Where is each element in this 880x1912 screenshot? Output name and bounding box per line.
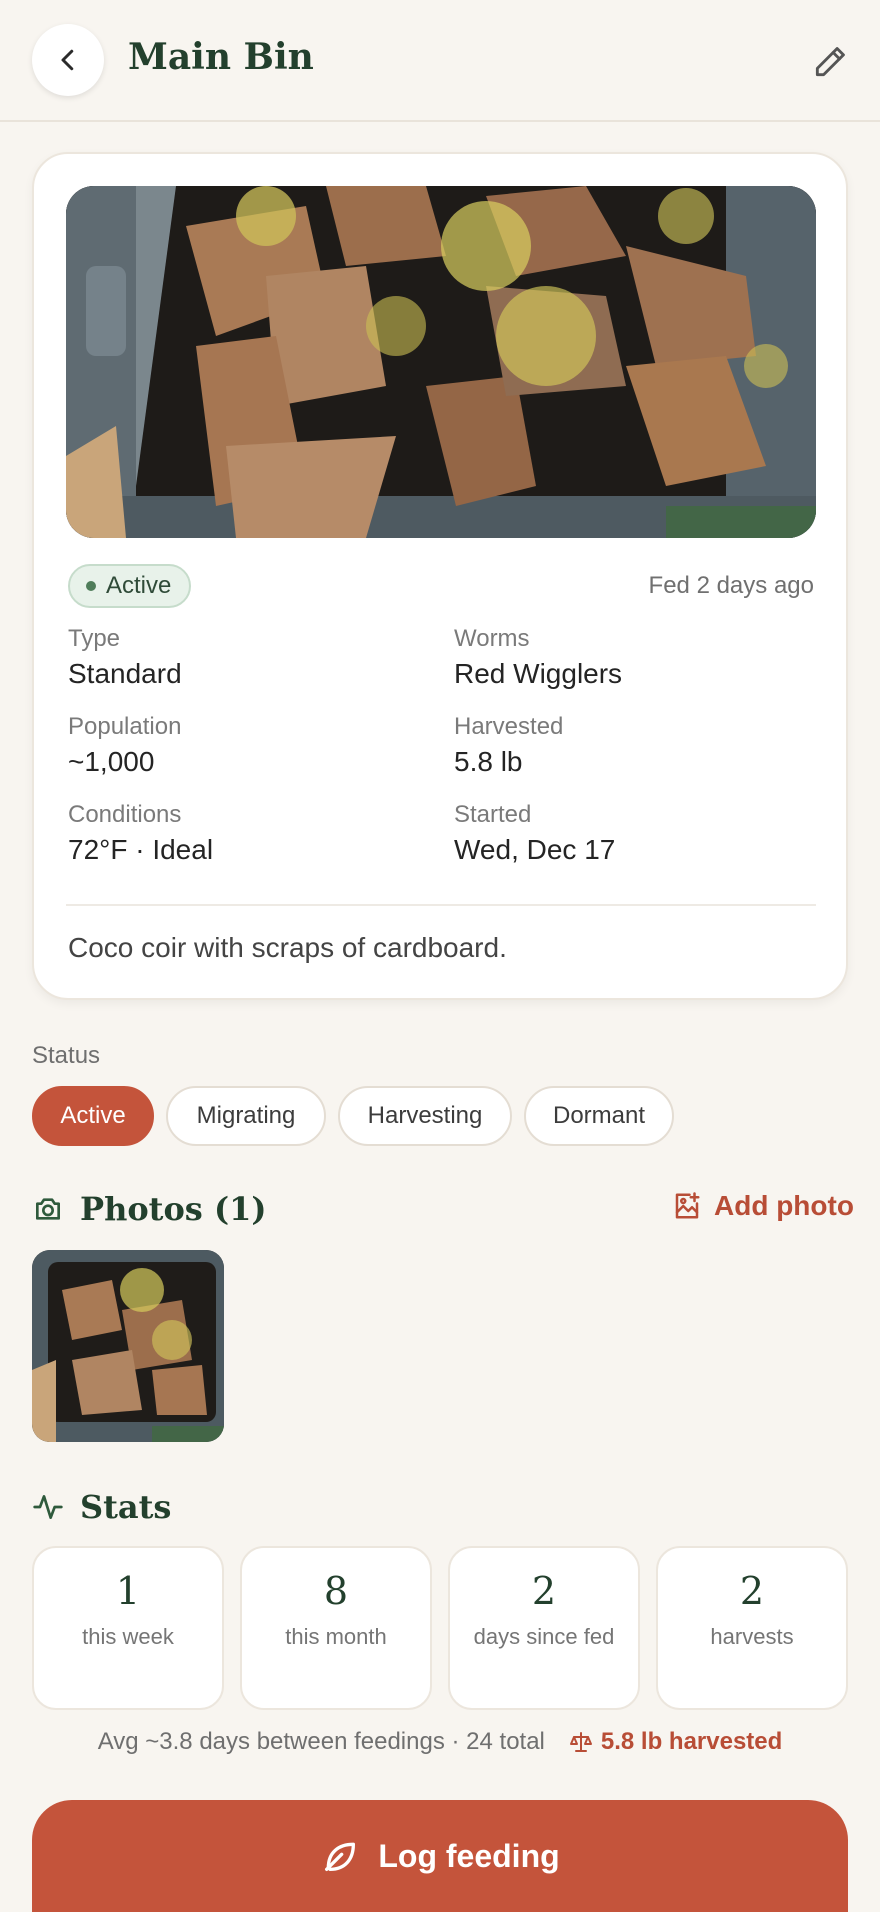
chevron-left-icon — [61, 49, 74, 71]
add-photo-label: Add photo — [714, 1190, 854, 1221]
field-started: Started Wed, Dec 17 — [454, 800, 824, 868]
field-label: Type — [68, 625, 121, 652]
stat-caption: days since fed — [473, 1624, 615, 1649]
stat-caption: harvests — [710, 1624, 794, 1649]
status-section-label: Status — [32, 1042, 101, 1069]
status-option-migrating[interactable]: Migrating — [166, 1086, 326, 1146]
photos-header: Photos (1) — [32, 1190, 267, 1228]
stats-header: Stats — [32, 1488, 171, 1526]
field-label: Harvested — [454, 713, 564, 740]
bin-details-card: Active Fed 2 days ago Type Standard Worm… — [32, 152, 848, 1000]
page-title: Main Bin — [128, 36, 314, 78]
photo-thumbnail[interactable] — [32, 1250, 224, 1442]
stat-card-week: 1 this week — [32, 1546, 224, 1710]
stat-value: 2 — [531, 1569, 557, 1613]
field-label: Conditions — [68, 801, 182, 828]
stat-caption: this week — [82, 1624, 174, 1649]
stat-value: 1 — [115, 1569, 141, 1613]
status-badge-label: Active — [106, 572, 172, 599]
status-badge: Active — [68, 564, 192, 608]
add-photo-button[interactable]: Add photo — [672, 1190, 854, 1222]
stats-title: Stats — [80, 1488, 172, 1526]
field-value: 72°F · Ideal — [68, 834, 214, 865]
field-value: Standard — [68, 658, 182, 689]
feeding-summary: Avg ~3.8 days between feedings · 24 tota… — [0, 1728, 880, 1756]
edit-button[interactable] — [808, 40, 852, 84]
stat-caption: this month — [285, 1624, 387, 1649]
back-button[interactable] — [32, 24, 104, 96]
activity-icon — [33, 1495, 63, 1519]
field-type: Type Standard — [68, 624, 438, 692]
log-feeding-label: Log feeding — [378, 1837, 560, 1874]
bin-photo[interactable] — [66, 186, 816, 538]
field-label: Worms — [454, 625, 530, 652]
stat-card-month: 8 this month — [240, 1546, 432, 1710]
harvest-total: 5.8 lb harvested — [569, 1728, 782, 1756]
field-population: Population ~1,000 — [68, 712, 438, 780]
field-harvested: Harvested 5.8 lb — [454, 712, 824, 780]
pencil-icon — [815, 47, 845, 77]
field-conditions: Conditions 72°F · Ideal — [68, 800, 438, 868]
scale-icon — [569, 1732, 592, 1752]
status-option-dormant[interactable]: Dormant — [524, 1086, 674, 1146]
divider — [66, 904, 816, 906]
stat-card-harvests: 2 harvests — [656, 1546, 848, 1710]
camera-icon — [36, 1198, 60, 1220]
last-fed-text: Fed 2 days ago — [648, 572, 814, 599]
log-feeding-button[interactable]: Log feeding — [32, 1800, 848, 1912]
status-option-active[interactable]: Active — [32, 1086, 154, 1146]
stat-value: 8 — [323, 1569, 349, 1613]
field-value: Wed, Dec 17 — [454, 834, 616, 865]
field-value: ~1,000 — [68, 746, 155, 777]
field-value: Red Wigglers — [454, 658, 623, 689]
image-plus-icon — [675, 1192, 700, 1219]
bin-notes: Coco coir with scraps of cardboard. — [68, 932, 507, 963]
stat-value: 2 — [739, 1569, 765, 1613]
header-bar: Main Bin — [0, 0, 880, 122]
status-option-harvesting[interactable]: Harvesting — [338, 1086, 512, 1146]
field-label: Population — [68, 713, 182, 740]
field-worms: Worms Red Wigglers — [454, 624, 824, 692]
field-value: 5.8 lb — [454, 746, 523, 777]
feeding-summary-text: Avg ~3.8 days between feedings · 24 tota… — [97, 1728, 545, 1755]
status-dot — [86, 581, 96, 591]
photos-title: Photos (1) — [80, 1190, 267, 1228]
leaf-icon — [325, 1842, 356, 1871]
stat-card-days-since-fed: 2 days since fed — [448, 1546, 640, 1710]
harvest-total-text: 5.8 lb harvested — [600, 1728, 783, 1755]
field-label: Started — [454, 801, 532, 828]
